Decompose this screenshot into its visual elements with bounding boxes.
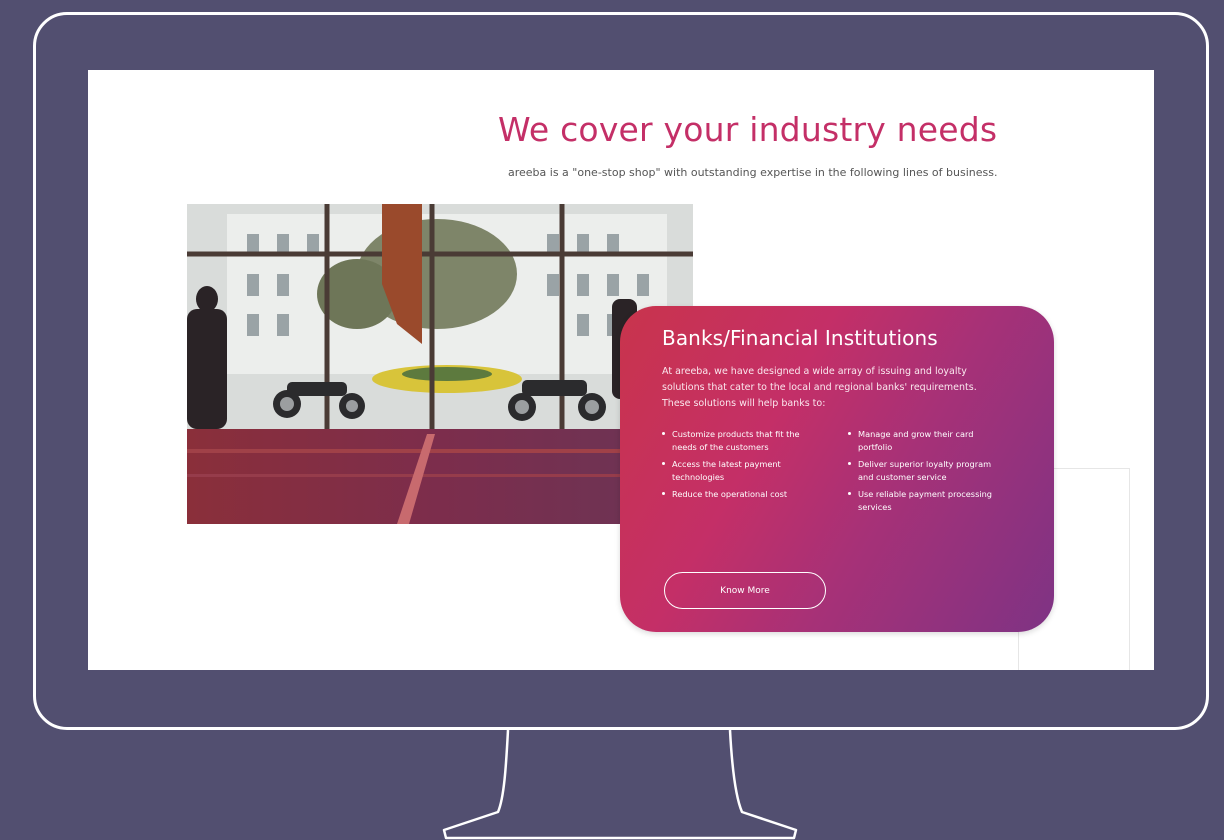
list-item: Deliver superior loyalty program and cus… bbox=[848, 458, 1008, 483]
card-title: Banks/Financial Institutions bbox=[662, 326, 938, 350]
know-more-button[interactable]: Know More bbox=[664, 572, 826, 609]
list-item: Customize products that fit the needs of… bbox=[662, 428, 822, 453]
card-list-left: Customize products that fit the needs of… bbox=[662, 428, 822, 518]
hero-photo bbox=[187, 204, 693, 524]
card-list-right: Manage and grow their card portfolio Del… bbox=[848, 428, 1008, 518]
card-description: At areeba, we have designed a wide array… bbox=[662, 366, 977, 409]
list-item: Use reliable payment processing services bbox=[848, 488, 1008, 513]
list-item: Reduce the operational cost bbox=[662, 488, 822, 501]
list-item: Access the latest payment technologies bbox=[662, 458, 822, 483]
monitor-stand bbox=[442, 729, 798, 840]
industry-card-banks: Banks/Financial Institutions At areeba, … bbox=[620, 306, 1054, 632]
list-item: Manage and grow their card portfolio bbox=[848, 428, 1008, 453]
page-title: We cover your industry needs bbox=[498, 110, 998, 149]
page-subtitle: areeba is a "one-stop shop" with outstan… bbox=[508, 166, 998, 179]
browser-screen: We cover your industry needs areeba is a… bbox=[88, 70, 1154, 670]
